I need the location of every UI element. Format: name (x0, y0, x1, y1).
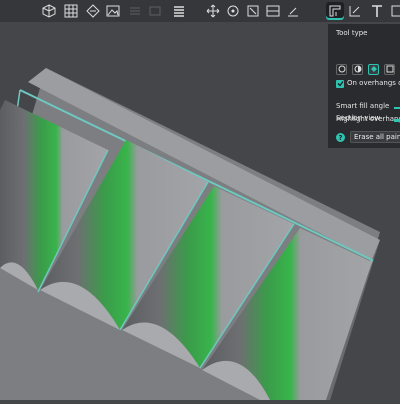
section-view-slider[interactable] (394, 115, 400, 121)
tool-gap-fill-button[interactable] (384, 64, 395, 75)
image-icon (106, 4, 120, 18)
layers-icon (172, 4, 186, 18)
plate-icon (148, 4, 162, 18)
support-paint-button[interactable] (326, 2, 344, 20)
text-tool-button[interactable] (368, 2, 386, 20)
check-icon (337, 80, 344, 89)
image-button[interactable] (104, 2, 122, 20)
scale-tool-button[interactable] (244, 2, 262, 20)
add-cube-button[interactable] (40, 2, 58, 20)
help-button[interactable]: ? (336, 133, 345, 142)
seam-paint-button[interactable] (346, 2, 364, 20)
arrange-icon (86, 4, 100, 18)
slice-plate-button[interactable] (126, 2, 144, 20)
support-paint-icon (328, 4, 342, 18)
layers-button[interactable] (170, 2, 188, 20)
mesh-icon (390, 4, 400, 18)
rotate-tool-button[interactable] (224, 2, 242, 20)
tool-fill-button[interactable] (368, 64, 379, 75)
sphere-brush-icon (354, 65, 362, 75)
tool-type-label: Tool type (336, 29, 368, 37)
arrange-button[interactable] (84, 2, 102, 20)
tool-circle-button[interactable] (336, 64, 347, 75)
slice-plate-icon (128, 4, 142, 18)
panel-lower-section: Section view ? Erase all painting (328, 108, 400, 148)
text-icon (370, 4, 384, 18)
seam-paint-icon (348, 4, 362, 18)
help-icon: ? (338, 133, 343, 142)
on-overhangs-only-checkbox[interactable] (336, 80, 344, 88)
lay-on-face-button[interactable] (284, 2, 302, 20)
erase-all-painting-button[interactable]: Erase all painting (350, 131, 400, 143)
cube-icon (42, 4, 56, 18)
top-toolbar (0, 0, 400, 22)
rotate-icon (226, 4, 240, 18)
circle-brush-icon (338, 65, 346, 75)
grid-button[interactable] (62, 2, 80, 20)
tool-sphere-button[interactable] (352, 64, 363, 75)
on-overhangs-only-label: On overhangs only (347, 79, 400, 87)
gap-fill-icon (386, 65, 394, 75)
move-tool-button[interactable] (204, 2, 222, 20)
grid-icon (64, 4, 78, 18)
scale-icon (246, 4, 260, 18)
cut-icon (266, 4, 280, 18)
mesh-boolean-button[interactable] (388, 2, 400, 20)
lay-on-face-icon (286, 4, 300, 18)
plate-settings-button[interactable] (146, 2, 164, 20)
fill-icon (370, 65, 378, 75)
move-icon (206, 4, 220, 18)
cut-tool-button[interactable] (264, 2, 282, 20)
section-view-label: Section view (336, 114, 381, 122)
